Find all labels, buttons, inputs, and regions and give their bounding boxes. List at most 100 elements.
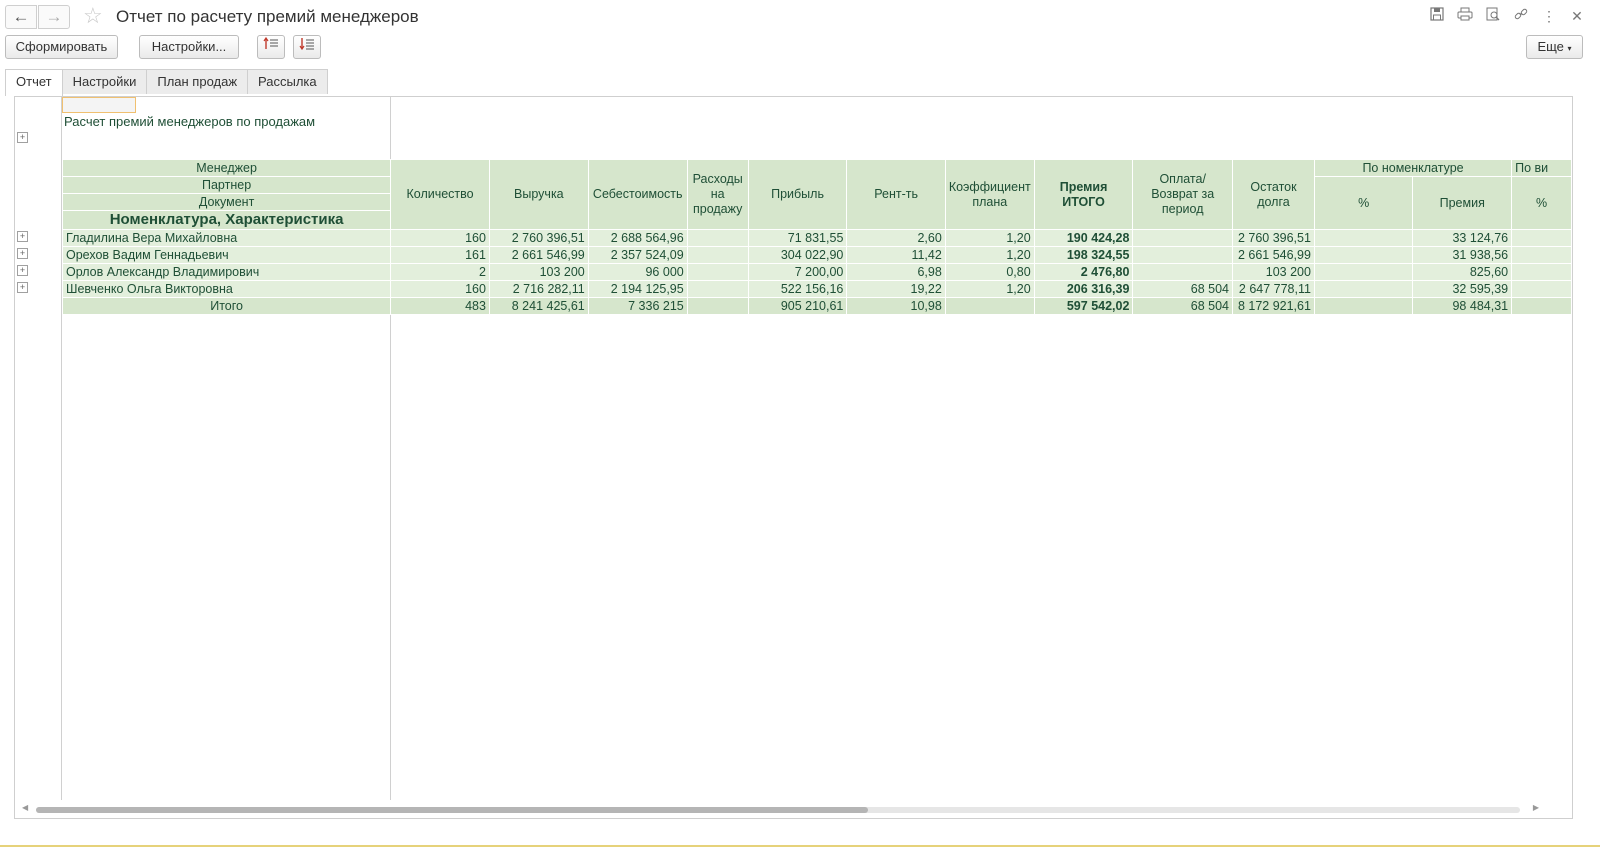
forward-button[interactable]: → (38, 5, 70, 29)
header-partner: Партнер (61, 176, 392, 194)
cell-expenses (686, 263, 749, 281)
expand-row-icon[interactable]: + (17, 231, 28, 242)
col-payment[interactable]: Оплата/Возврат за период (1132, 159, 1233, 230)
total-profitability: 10,98 (846, 297, 946, 315)
cell-debt: 103 200 (1231, 263, 1315, 281)
col-group-nomenclature[interactable]: По номенклатуре (1313, 159, 1513, 177)
expand-row-icon[interactable]: + (17, 265, 28, 276)
col-group-by-type[interactable]: По ви (1511, 159, 1572, 177)
scroll-track[interactable] (36, 807, 1520, 813)
table-row[interactable]: Гладилина Вера Михайловна 160 2 760 396,… (61, 229, 1572, 247)
total-debt: 8 172 921,61 (1231, 297, 1315, 315)
tab-bar: Отчет Настройки План продаж Рассылка (5, 69, 328, 96)
cell-nomenclature-bonus: 825,60 (1412, 263, 1513, 281)
table-row[interactable]: Шевченко Ольга Викторовна 160 2 716 282,… (61, 280, 1572, 298)
more-label: Еще (1537, 39, 1564, 54)
cell-cost: 2 194 125,95 (587, 280, 688, 298)
manager-name[interactable]: Орехов Вадим Геннадьевич (61, 246, 392, 264)
scroll-right-icon[interactable]: ▶ (1533, 803, 1539, 812)
tab-report[interactable]: Отчет (5, 69, 63, 96)
col-revenue[interactable]: Выручка (488, 159, 589, 230)
col-profit[interactable]: Прибыль (747, 159, 848, 230)
col-nomenclature-percent[interactable]: % (1313, 176, 1414, 230)
more-vertical-icon[interactable]: ⋮ (1540, 7, 1558, 25)
col-profitability[interactable]: Рент-ть (846, 159, 946, 230)
cell-plan-coefficient: 1,20 (944, 246, 1035, 264)
total-nomenclature-bonus: 98 484,31 (1412, 297, 1513, 315)
header-nomenclature: Номенклатура, Характеристика (61, 210, 392, 230)
more-button[interactable]: Еще ▾ (1526, 35, 1583, 59)
sort-ascending-button[interactable] (257, 35, 285, 59)
cell-profit: 304 022,90 (747, 246, 848, 264)
scroll-left-icon[interactable]: ◀ (22, 803, 28, 812)
cell-nomenclature-percent (1313, 246, 1414, 264)
arrow-right-icon: → (45, 7, 63, 26)
header-document: Документ (61, 193, 392, 211)
table-row[interactable]: Орлов Александр Владимирович 2 103 200 9… (61, 263, 1572, 281)
manager-name[interactable]: Орлов Александр Владимирович (61, 263, 392, 281)
report-title: Расчет премий менеджеров по продажам (64, 114, 316, 129)
cell-nomenclature-bonus: 33 124,76 (1412, 229, 1513, 247)
col-quantity[interactable]: Количество (390, 159, 490, 230)
total-type-percent (1511, 297, 1572, 315)
cell-plan-coefficient: 1,20 (944, 280, 1035, 298)
cell-expenses (686, 229, 749, 247)
cell-bonus-total: 2 476,80 (1033, 263, 1134, 281)
horizontal-scrollbar[interactable]: ◀ ▶ (15, 800, 1572, 818)
col-nomenclature-bonus[interactable]: Премия (1412, 176, 1513, 230)
col-bonus-total[interactable]: Премия ИТОГО (1033, 159, 1134, 230)
total-payment: 68 504 (1132, 297, 1233, 315)
report-spreadsheet[interactable]: Расчет премий менеджеров по продажам + +… (14, 96, 1573, 819)
cell-plan-coefficient: 1,20 (944, 229, 1035, 247)
save-icon[interactable] (1428, 7, 1446, 25)
settings-button[interactable]: Настройки... (139, 35, 239, 59)
total-profit: 905 210,61 (747, 297, 848, 315)
back-button[interactable]: ← (5, 5, 37, 29)
manager-name[interactable]: Гладилина Вера Михайловна (61, 229, 392, 247)
selected-cell[interactable] (62, 97, 136, 113)
cell-bonus-total: 206 316,39 (1033, 280, 1134, 298)
print-icon[interactable] (1456, 7, 1474, 25)
col-debt[interactable]: Остаток долга (1231, 159, 1315, 230)
cell-debt: 2 760 396,51 (1231, 229, 1315, 247)
col-cost[interactable]: Себестоимость (587, 159, 688, 230)
manager-name[interactable]: Шевченко Ольга Викторовна (61, 280, 392, 298)
cell-payment: 68 504 (1132, 280, 1233, 298)
tab-sales-plan[interactable]: План продаж (146, 69, 249, 94)
total-revenue: 8 241 425,61 (488, 297, 589, 315)
sort-descending-button[interactable] (293, 35, 321, 59)
cell-nomenclature-bonus: 31 938,56 (1412, 246, 1513, 264)
cell-plan-coefficient: 0,80 (944, 263, 1035, 281)
close-icon[interactable]: ✕ (1568, 7, 1586, 25)
cell-cost: 96 000 (587, 263, 688, 281)
tab-mailing[interactable]: Рассылка (247, 69, 328, 94)
cell-profitability: 2,60 (846, 229, 946, 247)
total-expenses (686, 297, 749, 315)
cell-expenses (686, 280, 749, 298)
cell-profit: 71 831,55 (747, 229, 848, 247)
report-table: Менеджер Количество Выручка Себестоимост… (61, 159, 1572, 315)
arrow-left-icon: ← (12, 7, 30, 26)
expand-row-icon[interactable]: + (17, 248, 28, 259)
total-nomenclature-percent (1313, 297, 1414, 315)
cell-debt: 2 647 778,11 (1231, 280, 1315, 298)
expand-row-icon[interactable]: + (17, 282, 28, 293)
cell-type-percent (1511, 263, 1572, 281)
scroll-thumb[interactable] (36, 807, 868, 813)
col-plan-coefficient[interactable]: Коэффициент плана (944, 159, 1035, 230)
generate-button[interactable]: Сформировать (5, 35, 118, 59)
cell-profit: 7 200,00 (747, 263, 848, 281)
cell-bonus-total: 198 324,55 (1033, 246, 1134, 264)
table-row[interactable]: Орехов Вадим Геннадьевич 161 2 661 546,9… (61, 246, 1572, 264)
star-icon[interactable]: ☆ (83, 3, 103, 29)
title-bar: ← → ☆ Отчет по расчету премий менеджеров… (0, 0, 1600, 34)
tab-settings[interactable]: Настройки (61, 69, 148, 94)
col-type-percent[interactable]: % (1511, 176, 1572, 230)
total-row[interactable]: Итого 483 8 241 425,61 7 336 215 905 210… (61, 297, 1572, 315)
preview-icon[interactable] (1484, 7, 1502, 25)
col-expenses[interactable]: Расходы на продажу (686, 159, 749, 230)
expand-header-icon[interactable]: + (17, 132, 28, 143)
cell-quantity: 2 (390, 263, 490, 281)
cell-nomenclature-percent (1313, 280, 1414, 298)
link-icon[interactable] (1512, 7, 1530, 25)
